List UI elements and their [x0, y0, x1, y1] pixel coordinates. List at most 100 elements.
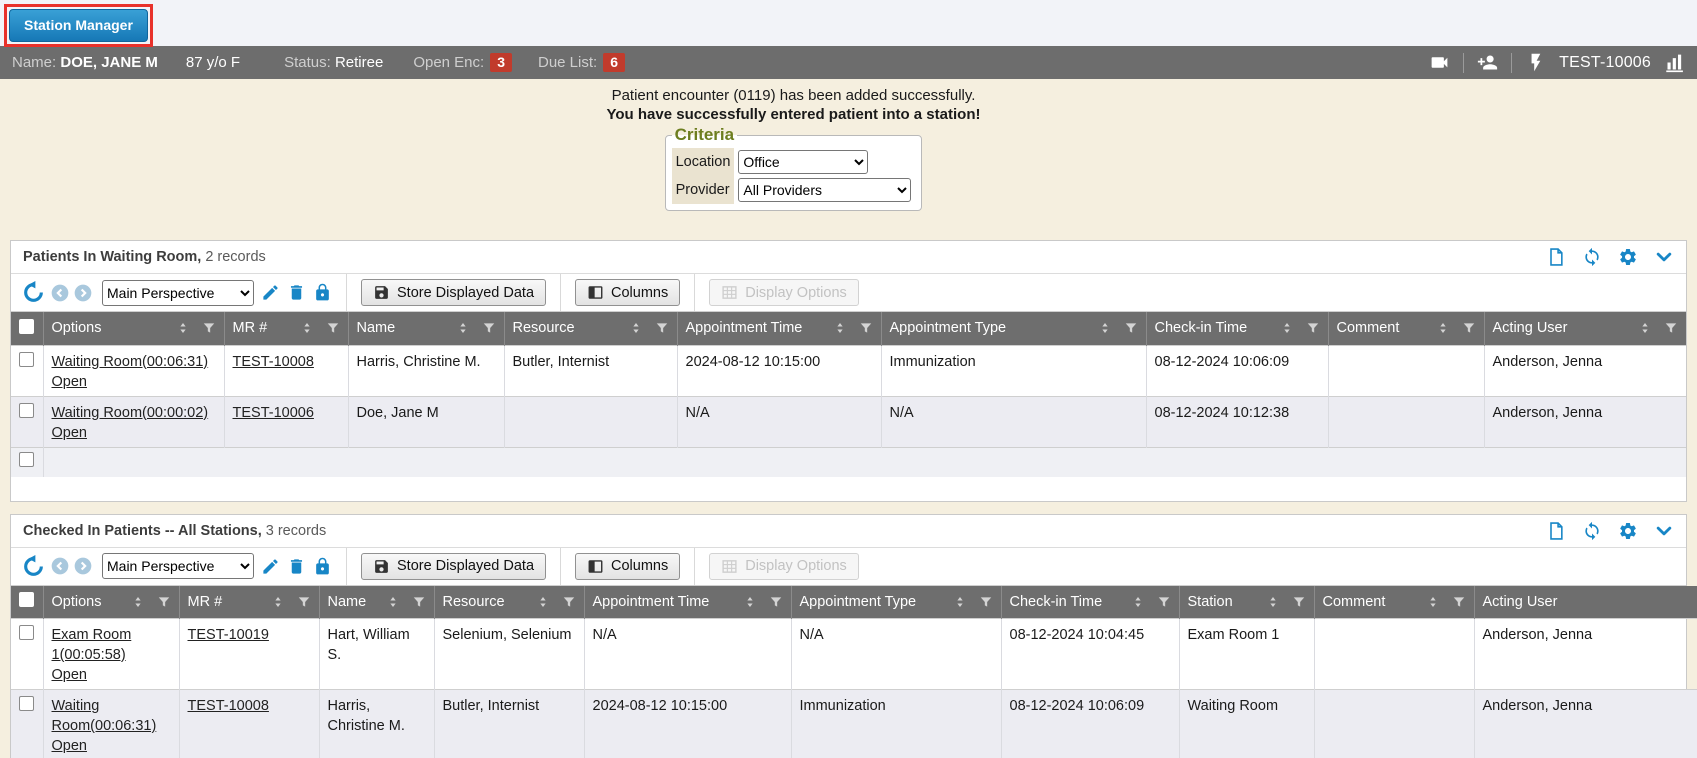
comment-cell: [1314, 619, 1474, 690]
columns-button[interactable]: Columns: [575, 279, 680, 306]
due-list-label: Due List:: [538, 54, 597, 71]
table-footer-row: [11, 447, 1686, 477]
open-link[interactable]: Open: [52, 738, 87, 754]
display-options-button[interactable]: Display Options: [709, 553, 859, 580]
open-link[interactable]: Open: [52, 667, 87, 683]
filter-funnel-icon[interactable]: [1124, 321, 1138, 335]
sort-icon[interactable]: [1280, 321, 1294, 335]
row-checkbox[interactable]: [19, 696, 34, 711]
sort-icon[interactable]: [300, 321, 314, 335]
table-row: Exam Room 1(00:05:58)Open TEST-10019 Har…: [11, 619, 1697, 690]
filter-funnel-icon[interactable]: [979, 595, 993, 609]
row-checkbox[interactable]: [19, 625, 34, 640]
filter-funnel-icon[interactable]: [326, 321, 340, 335]
sort-icon[interactable]: [386, 595, 400, 609]
status-value: Retiree: [335, 54, 383, 71]
sort-icon[interactable]: [131, 595, 145, 609]
gear-icon[interactable]: [1618, 521, 1638, 541]
filter-funnel-icon[interactable]: [655, 321, 669, 335]
gear-icon[interactable]: [1618, 247, 1638, 267]
station-link[interactable]: Exam Room 1(00:05:58): [52, 627, 132, 663]
filter-funnel-icon[interactable]: [157, 595, 171, 609]
sort-icon[interactable]: [1266, 595, 1280, 609]
filter-funnel-icon[interactable]: [412, 595, 426, 609]
refresh-icon[interactable]: [1582, 247, 1602, 267]
sort-icon[interactable]: [953, 595, 967, 609]
person-add-icon[interactable]: [1477, 52, 1498, 73]
filter-funnel-icon[interactable]: [1157, 595, 1171, 609]
lightning-icon[interactable]: [1525, 52, 1546, 73]
new-document-icon[interactable]: [1546, 247, 1566, 267]
filter-funnel-icon[interactable]: [1306, 321, 1320, 335]
station-link[interactable]: Waiting Room(00:06:31): [52, 354, 209, 370]
undo-icon[interactable]: [21, 554, 46, 579]
save-icon: [373, 558, 390, 575]
perspective-select[interactable]: Main Perspective: [102, 553, 254, 579]
refresh-icon[interactable]: [1582, 521, 1602, 541]
filter-funnel-icon[interactable]: [202, 321, 216, 335]
filter-funnel-icon[interactable]: [769, 595, 783, 609]
mr-link[interactable]: TEST-10006: [233, 405, 314, 421]
mr-link[interactable]: TEST-10019: [188, 627, 269, 643]
lock-icon[interactable]: [313, 557, 332, 576]
perspective-select[interactable]: Main Perspective: [102, 280, 254, 306]
sort-icon[interactable]: [456, 321, 470, 335]
row-checkbox[interactable]: [19, 403, 34, 418]
mr-link[interactable]: TEST-10008: [233, 354, 314, 370]
due-list-badge[interactable]: 6: [603, 53, 625, 72]
station-link[interactable]: Waiting Room(00:00:02): [52, 405, 209, 421]
filter-funnel-icon[interactable]: [859, 321, 873, 335]
lock-icon[interactable]: [313, 283, 332, 302]
next-perspective-icon[interactable]: [73, 283, 93, 303]
undo-icon[interactable]: [21, 280, 46, 305]
sort-icon[interactable]: [271, 595, 285, 609]
filter-funnel-icon[interactable]: [1292, 595, 1306, 609]
location-select[interactable]: Office: [738, 150, 868, 174]
filter-funnel-icon[interactable]: [482, 321, 496, 335]
trash-icon[interactable]: [287, 557, 306, 576]
new-document-icon[interactable]: [1546, 521, 1566, 541]
prev-perspective-icon[interactable]: [50, 556, 70, 576]
mr-link[interactable]: TEST-10008: [188, 698, 269, 714]
trash-icon[interactable]: [287, 283, 306, 302]
open-link[interactable]: Open: [52, 374, 87, 390]
bar-chart-icon[interactable]: [1664, 52, 1685, 73]
sort-icon[interactable]: [536, 595, 550, 609]
sort-icon[interactable]: [1426, 595, 1440, 609]
sort-icon[interactable]: [1638, 321, 1652, 335]
filter-funnel-icon[interactable]: [1664, 321, 1678, 335]
filter-funnel-icon[interactable]: [1452, 595, 1466, 609]
sort-icon[interactable]: [1436, 321, 1450, 335]
next-perspective-icon[interactable]: [73, 556, 93, 576]
grid-icon: [721, 284, 738, 301]
filter-funnel-icon[interactable]: [562, 595, 576, 609]
footer-checkbox[interactable]: [19, 452, 34, 467]
store-displayed-data-button[interactable]: Store Displayed Data: [361, 279, 546, 306]
open-link[interactable]: Open: [52, 425, 87, 441]
sort-icon[interactable]: [629, 321, 643, 335]
columns-button[interactable]: Columns: [575, 553, 680, 580]
sort-icon[interactable]: [1098, 321, 1112, 335]
filter-funnel-icon[interactable]: [297, 595, 311, 609]
station-link[interactable]: Waiting Room(00:06:31): [52, 698, 157, 734]
row-checkbox[interactable]: [19, 352, 34, 367]
select-all-checkbox[interactable]: [19, 319, 34, 334]
display-options-button[interactable]: Display Options: [709, 279, 859, 306]
open-enc-badge[interactable]: 3: [490, 53, 512, 72]
sort-icon[interactable]: [743, 595, 757, 609]
select-all-checkbox[interactable]: [19, 592, 34, 607]
edit-pencil-icon[interactable]: [261, 557, 280, 576]
sort-icon[interactable]: [833, 321, 847, 335]
video-camera-icon[interactable]: [1429, 52, 1450, 73]
sort-icon[interactable]: [1131, 595, 1145, 609]
edit-pencil-icon[interactable]: [261, 283, 280, 302]
sort-icon[interactable]: [176, 321, 190, 335]
collapse-chevron-icon[interactable]: [1654, 247, 1674, 267]
filter-funnel-icon[interactable]: [1462, 321, 1476, 335]
collapse-chevron-icon[interactable]: [1654, 521, 1674, 541]
provider-select[interactable]: All Providers: [738, 178, 911, 202]
divider: [560, 274, 561, 311]
store-displayed-data-button[interactable]: Store Displayed Data: [361, 553, 546, 580]
prev-perspective-icon[interactable]: [50, 283, 70, 303]
station-manager-tab[interactable]: Station Manager: [9, 9, 148, 42]
